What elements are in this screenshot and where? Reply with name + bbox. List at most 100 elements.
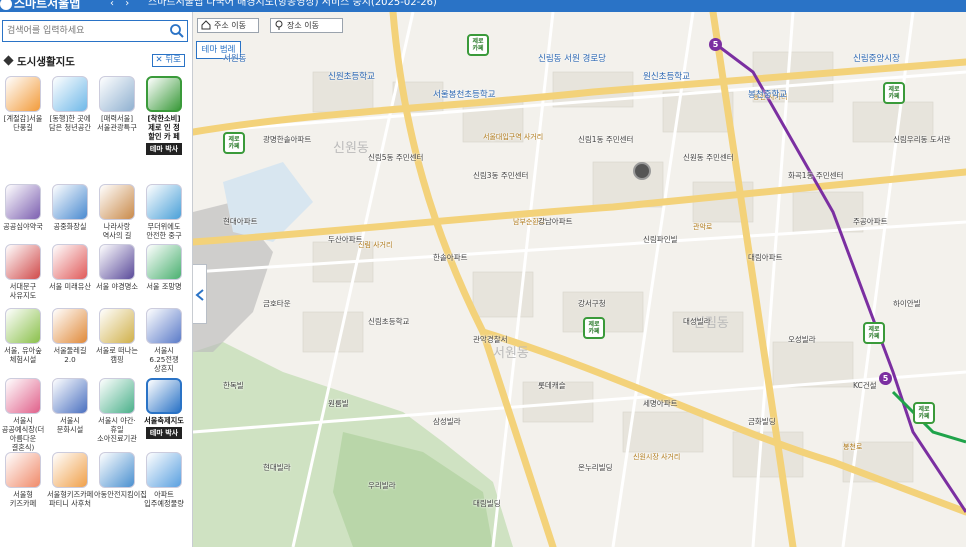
brand[interactable]: 스마트서울맵 bbox=[0, 0, 80, 10]
place-move-button[interactable]: 장소 이동 bbox=[270, 18, 343, 33]
theme-tile[interactable]: [착한소비] 제로 인 정 할인 카 페 테마 박사 bbox=[141, 76, 187, 155]
zero-cafe-marker-icon[interactable]: 제로 카페 bbox=[583, 317, 605, 339]
theme-tile[interactable]: 무더위에도 안전한 중구 bbox=[141, 184, 187, 240]
next-notice-button[interactable]: › bbox=[125, 0, 129, 9]
search-input[interactable] bbox=[3, 21, 163, 41]
place-label[interactable]: 신림중앙시장 bbox=[853, 52, 900, 64]
theme-tile[interactable]: 서울로 떠나는 캠핑 bbox=[94, 308, 140, 364]
theme-tile[interactable]: 공중화장실 bbox=[47, 184, 93, 231]
theme-tile[interactable]: 서울형 키즈카페 bbox=[0, 452, 46, 508]
prev-notice-button[interactable]: ‹ bbox=[110, 0, 114, 9]
place-label[interactable]: 신원초등학교 bbox=[328, 70, 375, 82]
road-label[interactable]: 서울대입구역 사거리 bbox=[483, 132, 543, 142]
place-label[interactable]: 삼성빌라 bbox=[433, 416, 461, 427]
theme-tile[interactable]: 아파트 입주예정물량 bbox=[141, 452, 187, 508]
theme-tile[interactable]: 서울축제지도 테마 박사 bbox=[141, 378, 187, 439]
zero-cafe-marker-icon[interactable]: 제로 카페 bbox=[863, 322, 885, 344]
place-label[interactable]: 원신초등학교 bbox=[643, 70, 690, 82]
place-label[interactable]: 서원동 bbox=[223, 52, 246, 64]
theme-tile[interactable]: 서울 야경명소 bbox=[94, 244, 140, 291]
place-label[interactable]: 현대빌라 bbox=[263, 462, 291, 473]
place-label[interactable]: 온누리빌딩 bbox=[578, 462, 613, 473]
place-label[interactable]: 화곡1동 주민센터 bbox=[788, 170, 843, 181]
zero-cafe-marker-icon[interactable]: 제로 카페 bbox=[883, 82, 905, 104]
theme-tile[interactable]: 서울 조망명 bbox=[141, 244, 187, 291]
theme-tile[interactable]: 서대문구 사유지도 bbox=[0, 244, 46, 300]
road-label[interactable]: 신림 사거리 bbox=[358, 240, 392, 250]
zero-cafe-marker-icon[interactable]: 제로 카페 bbox=[913, 402, 935, 424]
back-label: 뒤로 bbox=[165, 55, 181, 65]
festival-icon bbox=[146, 378, 182, 414]
place-label[interactable]: 롯데캐슬 bbox=[538, 380, 566, 391]
place-label[interactable]: 금화빌딩 bbox=[748, 416, 776, 427]
place-label[interactable]: 대림빌딩 bbox=[473, 498, 501, 509]
road-label[interactable]: 관악로 bbox=[693, 222, 712, 232]
place-label[interactable]: KC건설 bbox=[853, 380, 877, 391]
subway-station-icon[interactable]: 5 bbox=[709, 38, 722, 51]
place-label[interactable]: 신림파인빌 bbox=[643, 234, 678, 245]
map-view[interactable]: 주소 이동 장소 이동 테마 범례 신원동 서원동 신림동 신림 사거리 서울대입구역 … bbox=[193, 12, 966, 547]
theme-tile[interactable]: 서울 미래유산 bbox=[47, 244, 93, 291]
place-label[interactable]: 신원동 주민센터 bbox=[683, 152, 734, 163]
zero-cafe-marker-icon[interactable]: 제로 카페 bbox=[223, 132, 245, 154]
place-label[interactable]: 오성빌라 bbox=[788, 334, 816, 345]
poi-marker-icon[interactable] bbox=[633, 162, 651, 180]
place-label[interactable]: 금호타운 bbox=[263, 298, 291, 309]
zero-cafe-marker-icon[interactable]: 제로 카페 bbox=[467, 34, 489, 56]
theme-tile-label: [동행]한 곳에 담은 청년공간 bbox=[49, 114, 91, 132]
place-label[interactable]: 강서구청 bbox=[578, 298, 606, 309]
place-label[interactable]: 하이안빌 bbox=[893, 298, 921, 309]
place-label[interactable]: 광명한솔아파트 bbox=[263, 134, 311, 145]
tourism-zone-icon bbox=[99, 76, 135, 112]
place-label[interactable]: 대림아파트 bbox=[748, 252, 783, 263]
theme-tile[interactable]: 서울시 공공예식장(더 아름다운 결혼식) bbox=[0, 378, 46, 452]
place-label[interactable]: 두산아파트 bbox=[328, 234, 363, 245]
place-label[interactable]: 신림1동 주민센터 bbox=[578, 134, 633, 145]
theme-tile[interactable]: 아동안전지킴이집 bbox=[94, 452, 147, 499]
place-label[interactable]: 신림3동 주민센터 bbox=[473, 170, 528, 181]
place-label[interactable]: 강남아파트 bbox=[538, 216, 573, 227]
place-label[interactable]: 신림우리동 도서관 bbox=[893, 134, 951, 145]
theme-tile[interactable]: [동행]한 곳에 담은 청년공간 bbox=[47, 76, 93, 132]
place-label[interactable]: 대성빌라 bbox=[683, 316, 711, 327]
place-label[interactable]: 현대아파트 bbox=[223, 216, 258, 227]
notice-title[interactable]: 스마트서울맵 다국어 배경지도(항공영상) 서비스 중지(2025-02-26) bbox=[148, 0, 437, 8]
theme-tile-label: 나라사랑 역사의 길 bbox=[102, 222, 132, 240]
theme-tile[interactable]: 서울시 문화시설 bbox=[47, 378, 93, 434]
theme-tile-label: 서울시 공공예식장(더 아름다운 결혼식) bbox=[1, 416, 45, 452]
theme-tag[interactable]: 테마 박사 bbox=[145, 143, 183, 155]
place-label[interactable]: 한독빌 bbox=[223, 380, 244, 391]
place-label[interactable]: 세명아파트 bbox=[643, 398, 678, 409]
district-label[interactable]: 신원동 bbox=[333, 137, 369, 156]
theme-tile[interactable]: [계절감]서울 단풍길 bbox=[0, 76, 46, 132]
address-move-button[interactable]: 주소 이동 bbox=[197, 18, 259, 33]
theme-tile[interactable]: 서울형키즈카페 파티니 사후처 bbox=[47, 452, 93, 508]
place-label[interactable]: 한솔아파트 bbox=[433, 252, 468, 263]
search-icon[interactable] bbox=[169, 23, 185, 39]
road-label[interactable]: 신원시장 사거리 bbox=[633, 452, 680, 462]
road-label[interactable]: 봉천로 bbox=[843, 442, 862, 452]
theme-tile[interactable]: 나라사랑 역사의 길 bbox=[94, 184, 140, 240]
place-label[interactable]: 신림초등학교 bbox=[368, 316, 409, 327]
collapse-sidebar-button[interactable] bbox=[193, 264, 207, 324]
theme-tile[interactable]: 공공심야약국 bbox=[0, 184, 46, 231]
theme-tile[interactable]: 서울시 6.25전쟁 상흔지 bbox=[141, 308, 187, 373]
back-button[interactable]: ✕ 뒤로 bbox=[151, 54, 185, 67]
theme-tile[interactable]: 서울시 야간·휴일 소아진료기관 bbox=[94, 378, 140, 443]
place-label[interactable]: 서울봉천초등학교 bbox=[433, 88, 496, 100]
subway-station-icon[interactable]: 5 bbox=[879, 372, 892, 385]
theme-tile[interactable]: [매력서울] 서울관광특구 bbox=[94, 76, 140, 132]
place-label[interactable]: 신림5동 주민센터 bbox=[368, 152, 423, 163]
theme-tile[interactable]: 서울둘레길 2.0 bbox=[47, 308, 93, 364]
theme-tile[interactable]: 서울, 유아숲 체험시설 bbox=[0, 308, 46, 364]
seoul-logo-icon bbox=[0, 0, 12, 10]
place-label[interactable]: 봉천중학교 bbox=[748, 88, 787, 100]
place-label[interactable]: 신림동 서원 경로당 bbox=[538, 52, 606, 64]
place-label[interactable]: 원룸빌 bbox=[328, 398, 349, 409]
theme-tile-label: 아파트 입주예정물량 bbox=[144, 490, 184, 508]
place-label[interactable]: 우리빌라 bbox=[368, 480, 396, 491]
kids-cafe-icon bbox=[5, 452, 41, 488]
theme-tag[interactable]: 테마 박사 bbox=[145, 427, 183, 439]
place-label[interactable]: 관악경찰서 bbox=[473, 334, 508, 345]
place-label[interactable]: 주공아파트 bbox=[853, 216, 888, 227]
